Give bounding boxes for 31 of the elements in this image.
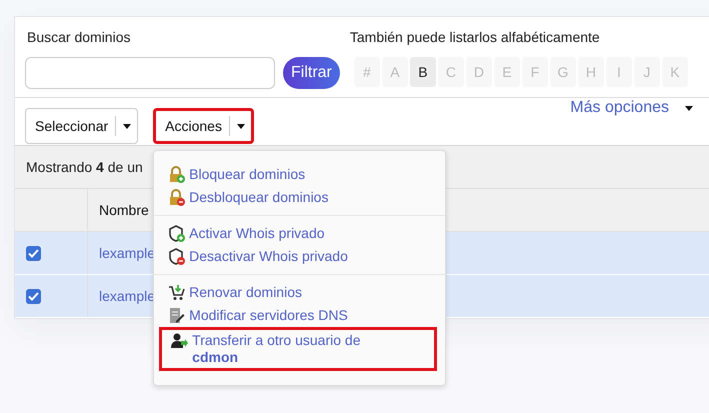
menu-item[interactable]: Desbloquear dominios [154, 186, 446, 209]
alphabet-label: También puede listarlos alfabéticamente [348, 28, 601, 47]
lock-plus-icon [168, 166, 186, 183]
select-dropdown[interactable]: Seleccionar [25, 108, 138, 144]
domain-link[interactable]: lexample [88, 275, 156, 317]
cart-icon [168, 284, 186, 301]
row-checkbox[interactable] [26, 246, 41, 260]
menu-item[interactable]: Desactivar Whois privado [154, 245, 446, 268]
menu-item[interactable]: Activar Whois privado [154, 222, 446, 245]
search-field[interactable] [25, 57, 275, 89]
filter-button[interactable]: Filtrar [283, 57, 340, 89]
caret-icon [123, 124, 132, 128]
shield-minus-icon [168, 248, 186, 265]
menu-item[interactable]: Renovar dominios [154, 281, 446, 304]
caret-icon [685, 106, 693, 110]
document-pencil-icon [168, 307, 186, 324]
lock-minus-icon [168, 189, 186, 206]
actions-dropdown[interactable]: Acciones [153, 108, 254, 144]
letter-tab[interactable]: B [410, 57, 436, 87]
caret-icon [236, 124, 245, 128]
more-options-link[interactable]: Más opciones [570, 99, 693, 117]
search-label: Buscar dominios [26, 28, 132, 47]
column-header: Nombre [98, 201, 149, 220]
results-summary: Mostrando 4 de un [26, 159, 143, 175]
row-checkbox[interactable] [26, 288, 41, 304]
user-arrow-icon [171, 332, 188, 349]
menu-item[interactable]: Transferir a otro usuario de cdmon [159, 327, 438, 371]
menu-item[interactable]: Bloquear dominios [154, 163, 446, 186]
shield-plus-icon [168, 225, 186, 242]
domain-link[interactable]: lexample [88, 232, 156, 274]
menu-item[interactable]: Modificar servidores DNS [154, 304, 446, 327]
